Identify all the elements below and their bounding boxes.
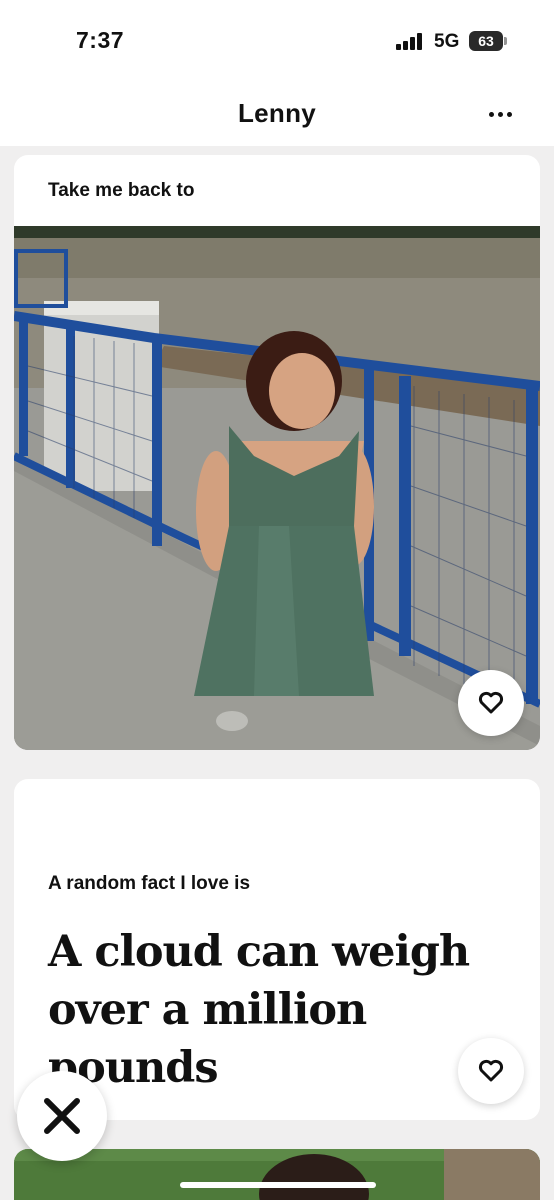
home-indicator	[180, 1182, 376, 1188]
photo-prompt-card: Take me back to	[14, 155, 540, 750]
next-photo-card	[14, 1149, 540, 1200]
signal-icon	[396, 33, 422, 50]
network-label: 5G	[434, 31, 460, 52]
like-photo-button[interactable]	[458, 670, 524, 736]
profile-name: Lenny	[237, 98, 317, 128]
profile-header: Lenny	[0, 80, 554, 146]
like-prompt-button[interactable]	[458, 1038, 524, 1104]
prompt-label: A random fact I love is	[48, 873, 251, 894]
heart-icon	[478, 691, 504, 714]
dislike-button[interactable]	[17, 1071, 107, 1161]
prompt-answer: A cloud can weigh over a million pounds	[48, 927, 470, 1093]
text-prompt-card: A random fact I love is A cloud can weig…	[14, 779, 540, 1120]
more-horizontal-icon	[488, 111, 494, 117]
status-bar: 7:37 5G 63	[0, 0, 554, 80]
close-x-icon	[44, 1098, 80, 1134]
prompt-label: Take me back to	[48, 180, 195, 201]
battery-level: 63	[469, 31, 503, 51]
more-options-button[interactable]	[478, 100, 522, 128]
status-time: 7:37	[76, 27, 125, 53]
heart-icon	[478, 1059, 504, 1082]
profile-photo[interactable]	[14, 226, 540, 750]
battery-icon: 63	[469, 31, 507, 51]
